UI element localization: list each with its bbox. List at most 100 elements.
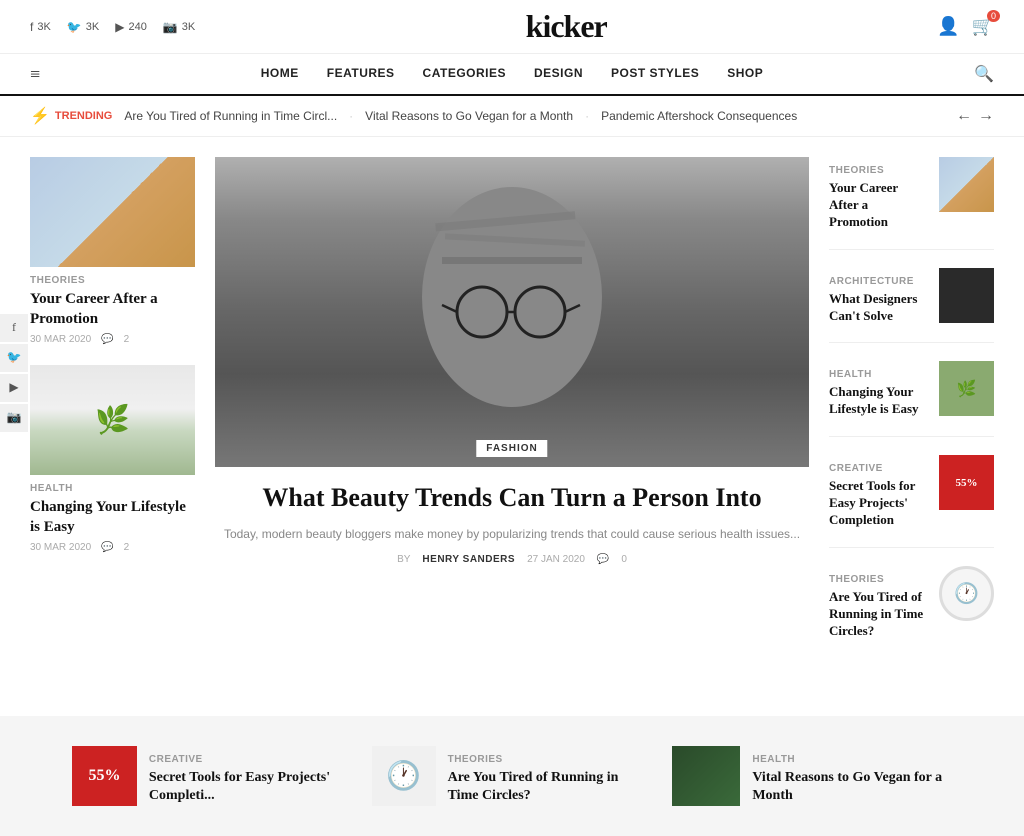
right-article-3-text: HEALTH Changing Your Lifestyle is Easy: [829, 361, 929, 418]
trending-prev-button[interactable]: ←: [956, 107, 972, 125]
feature-category-badge: FASHION: [476, 440, 547, 457]
right-article-2-title[interactable]: What Designers Can't Solve: [829, 291, 929, 325]
main-content: THEORIES Your Career After a Promotion 3…: [0, 137, 1024, 696]
left-article-1-category: THEORIES: [30, 275, 195, 286]
right-article-5: THEORIES Are You Tired of Running in Tim…: [829, 566, 994, 658]
comment-icon-2: 💬: [101, 542, 113, 553]
nav-post-styles[interactable]: POST STYLES: [611, 66, 699, 80]
feature-author-name[interactable]: HENRY SANDERS: [422, 554, 515, 565]
bottom-article-3: HEALTH Vital Reasons to Go Vegan for a M…: [672, 746, 952, 806]
nav-categories[interactable]: CATEGORIES: [423, 66, 506, 80]
bottom-teaser: 55% CREATIVE Secret Tools for Easy Proje…: [0, 716, 1024, 836]
feature-comments: 0: [621, 554, 627, 565]
bottom-article-2-image[interactable]: 🕐: [372, 746, 436, 806]
right-article-3-image[interactable]: 🌿: [939, 361, 994, 416]
right-article-3-title[interactable]: Changing Your Lifestyle is Easy: [829, 384, 929, 418]
right-article-1-title[interactable]: Your Career After a Promotion: [829, 180, 929, 231]
search-icon[interactable]: 🔍: [974, 64, 994, 84]
right-article-3: HEALTH Changing Your Lifestyle is Easy 🌿: [829, 361, 994, 437]
float-instagram[interactable]: 📷: [0, 404, 28, 432]
user-icon[interactable]: 👤: [937, 16, 959, 37]
bottom-article-1-text: CREATIVE Secret Tools for Easy Projects'…: [149, 746, 352, 805]
trending-item-3[interactable]: Pandemic Aftershock Consequences: [601, 109, 797, 123]
bottom-article-3-category: HEALTH: [752, 754, 952, 765]
trending-sep-1: ·: [349, 109, 353, 123]
left-article-1-date: 30 MAR 2020: [30, 334, 91, 345]
nav-shop[interactable]: SHOP: [727, 66, 763, 80]
trending-next-button[interactable]: →: [978, 107, 994, 125]
right-article-4: CREATIVE Secret Tools for Easy Projects'…: [829, 455, 994, 548]
feature-date: 27 JAN 2020: [527, 554, 585, 565]
left-article-2-meta: 30 MAR 2020 💬 2: [30, 542, 195, 553]
bottom-article-2: 🕐 THEORIES Are You Tired of Running in T…: [372, 746, 652, 806]
right-sidebar: THEORIES Your Career After a Promotion A…: [829, 157, 994, 676]
right-article-2-image[interactable]: [939, 268, 994, 323]
right-article-4-category: CREATIVE: [829, 463, 929, 474]
left-article-1-meta: 30 MAR 2020 💬 2: [30, 334, 195, 345]
top-social-bar: f 3K 🐦 3K ▶ 240 📷 3K kicker 👤 🛒 0: [0, 0, 1024, 54]
twitter-count: 3K: [86, 21, 99, 33]
nav-home[interactable]: HOME: [261, 66, 299, 80]
bottom-article-3-title[interactable]: Vital Reasons to Go Vegan for a Month: [752, 769, 952, 805]
nav-links: HOME FEATURES CATEGORIES DESIGN POST STY…: [261, 66, 763, 82]
main-nav: ≡ HOME FEATURES CATEGORIES DESIGN POST S…: [0, 54, 1024, 96]
right-article-1-image[interactable]: [939, 157, 994, 212]
float-youtube[interactable]: ▶: [0, 374, 28, 402]
trending-nav: ← →: [956, 107, 994, 125]
comment-icon-1: 💬: [101, 334, 113, 345]
trending-sep-2: ·: [585, 109, 589, 123]
right-article-1: THEORIES Your Career After a Promotion: [829, 157, 994, 250]
top-right-icons: 👤 🛒 0: [937, 16, 994, 37]
bottom-article-2-category: THEORIES: [448, 754, 652, 765]
right-article-5-image[interactable]: 🕐: [939, 566, 994, 621]
feature-face-svg: [362, 157, 662, 457]
cart-badge: 0: [987, 10, 1000, 22]
feature-title: What Beauty Trends Can Turn a Person Int…: [215, 481, 809, 515]
bottom-article-2-text: THEORIES Are You Tired of Running in Tim…: [448, 746, 652, 805]
bottom-article-1-image[interactable]: 55%: [72, 746, 137, 806]
left-article-2-category: HEALTH: [30, 483, 195, 494]
nav-design[interactable]: DESIGN: [534, 66, 583, 80]
youtube-link[interactable]: ▶ 240: [115, 20, 147, 34]
bottom-article-1-title[interactable]: Secret Tools for Easy Projects' Completi…: [149, 769, 352, 805]
hamburger-button[interactable]: ≡: [30, 64, 40, 85]
twitter-icon: 🐦: [67, 20, 82, 34]
bottom-articles: 55% CREATIVE Secret Tools for Easy Proje…: [30, 746, 994, 806]
cart-icon[interactable]: 🛒 0: [972, 16, 994, 37]
bottom-article-2-title[interactable]: Are You Tired of Running in Time Circles…: [448, 769, 652, 805]
left-article-1-title[interactable]: Your Career After a Promotion: [30, 290, 195, 329]
youtube-count: 240: [128, 21, 146, 33]
facebook-count: 3K: [37, 21, 50, 33]
left-article-1: THEORIES Your Career After a Promotion 3…: [30, 157, 195, 345]
right-article-4-text: CREATIVE Secret Tools for Easy Projects'…: [829, 455, 929, 529]
instagram-link[interactable]: 📷 3K: [163, 20, 195, 34]
left-article-2-title[interactable]: Changing Your Lifestyle is Easy: [30, 498, 195, 537]
trending-item-1[interactable]: Are You Tired of Running in Time Circl..…: [124, 109, 337, 123]
right-article-1-text: THEORIES Your Career After a Promotion: [829, 157, 929, 231]
trending-bar: ⚡ TRENDING Are You Tired of Running in T…: [0, 96, 1024, 137]
left-sidebar: THEORIES Your Career After a Promotion 3…: [30, 157, 195, 676]
right-article-2: ARCHITECTURE What Designers Can't Solve: [829, 268, 994, 344]
left-article-2-image[interactable]: 🌿: [30, 365, 195, 475]
bottom-article-1: 55% CREATIVE Secret Tools for Easy Proje…: [72, 746, 352, 806]
left-article-1-comments: 2: [124, 334, 130, 345]
social-float-bar: f 🐦 ▶ 📷: [0, 314, 28, 432]
center-feature: FASHION What Beauty Trends Can Turn a Pe…: [215, 157, 809, 676]
right-article-5-title[interactable]: Are You Tired of Running in Time Circles…: [829, 589, 929, 640]
right-article-4-image[interactable]: 55%: [939, 455, 994, 510]
feature-image-wrap: FASHION: [215, 157, 809, 467]
trending-item-2[interactable]: Vital Reasons to Go Vegan for a Month: [365, 109, 573, 123]
left-article-2: 🌿 HEALTH Changing Your Lifestyle is Easy…: [30, 365, 195, 553]
social-links: f 3K 🐦 3K ▶ 240 📷 3K: [30, 20, 195, 34]
instagram-count: 3K: [182, 21, 195, 33]
bottom-article-3-image[interactable]: [672, 746, 740, 806]
float-facebook[interactable]: f: [0, 314, 28, 342]
right-article-4-title[interactable]: Secret Tools for Easy Projects' Completi…: [829, 478, 929, 529]
feature-comment-icon: 💬: [597, 554, 609, 565]
twitter-link[interactable]: 🐦 3K: [67, 20, 99, 34]
nav-features[interactable]: FEATURES: [327, 66, 395, 80]
facebook-link[interactable]: f 3K: [30, 20, 51, 34]
float-twitter[interactable]: 🐦: [0, 344, 28, 372]
left-article-1-image[interactable]: [30, 157, 195, 267]
bottom-article-1-category: CREATIVE: [149, 754, 352, 765]
